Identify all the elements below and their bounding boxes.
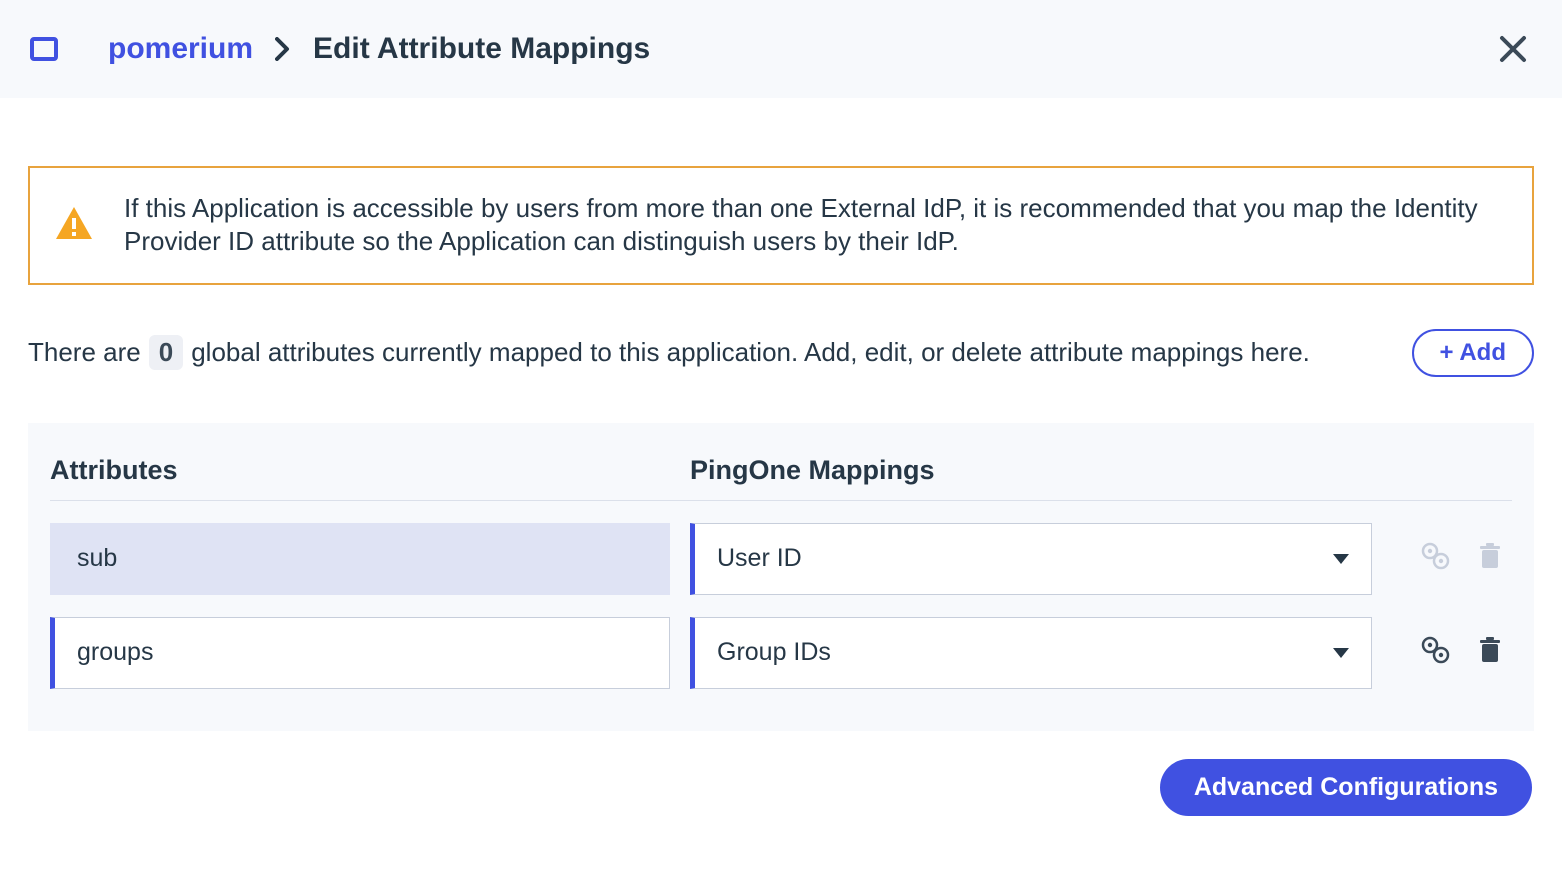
chevron-down-icon <box>1333 554 1349 564</box>
chevron-down-icon <box>1333 648 1349 658</box>
page-title: Edit Attribute Mappings <box>313 32 650 66</box>
header-attributes: Attributes <box>50 455 670 486</box>
header: pomerium Edit Attribute Mappings <box>0 0 1562 98</box>
close-button[interactable] <box>1498 34 1528 64</box>
header-mappings: PingOne Mappings <box>690 455 1372 486</box>
breadcrumb: pomerium Edit Attribute Mappings <box>108 32 650 66</box>
app-icon <box>30 37 58 61</box>
add-button[interactable]: + Add <box>1412 329 1534 377</box>
table-row: groups Group IDs <box>50 617 1512 689</box>
description-text: There are 0 global attributes currently … <box>28 335 1310 370</box>
table-header: Attributes PingOne Mappings <box>50 455 1512 501</box>
attribute-input: sub <box>50 523 670 595</box>
mapping-value: Group IDs <box>717 638 831 667</box>
gear-icon[interactable] <box>1420 542 1450 575</box>
desc-post: global attributes currently mapped to th… <box>191 337 1310 368</box>
chevron-right-icon <box>275 37 291 61</box>
trash-icon[interactable] <box>1478 636 1502 669</box>
attribute-value: sub <box>77 544 117 573</box>
warning-text: If this Application is accessible by use… <box>124 192 1504 259</box>
attribute-count: 0 <box>149 335 183 370</box>
mapping-table: Attributes PingOne Mappings sub User ID <box>28 423 1534 731</box>
desc-pre: There are <box>28 337 141 368</box>
trash-icon <box>1478 542 1502 575</box>
mapping-select[interactable]: User ID <box>690 523 1372 595</box>
advanced-configurations-button[interactable]: Advanced Configurations <box>1160 759 1532 816</box>
mapping-value: User ID <box>717 544 802 573</box>
breadcrumb-link-pomerium[interactable]: pomerium <box>108 32 253 66</box>
table-row: sub User ID <box>50 523 1512 595</box>
description-row: There are 0 global attributes currently … <box>28 329 1534 377</box>
footer: Advanced Configurations <box>0 731 1562 816</box>
warning-icon <box>54 205 94 246</box>
mapping-select[interactable]: Group IDs <box>690 617 1372 689</box>
warning-banner: If this Application is accessible by use… <box>28 166 1534 285</box>
gear-icon[interactable] <box>1420 636 1450 669</box>
attribute-value: groups <box>77 638 153 667</box>
attribute-input[interactable]: groups <box>50 617 670 689</box>
